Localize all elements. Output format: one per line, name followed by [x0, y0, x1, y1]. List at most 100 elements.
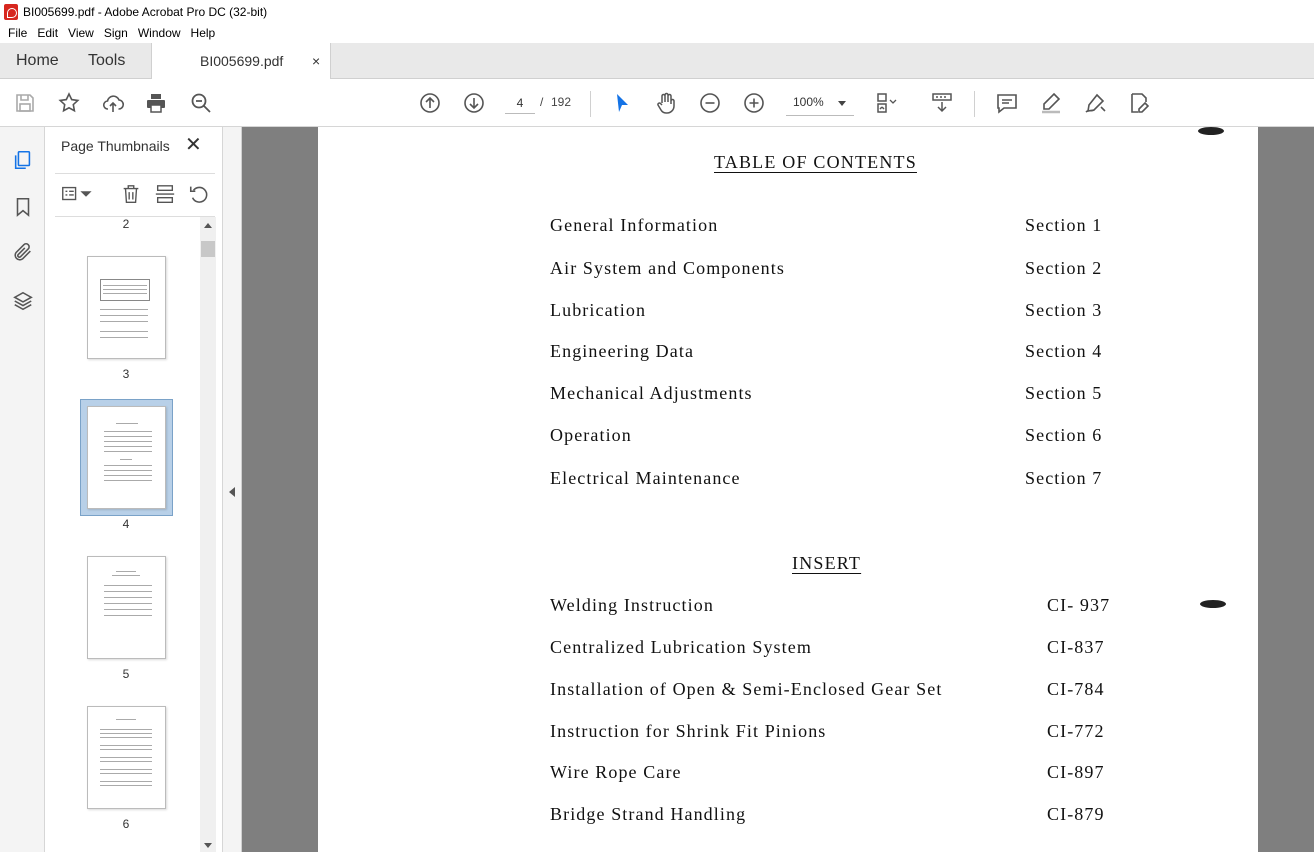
layers-icon[interactable] — [10, 288, 36, 314]
insert-row: Welding Instruction CI- 937 — [550, 595, 1120, 619]
toc-heading: TABLE OF CONTENTS — [714, 152, 917, 172]
page-number-input[interactable] — [505, 92, 535, 114]
page-thumbnails-panel: Page Thumbnails ✕ 2 3 4 5 6 — [45, 127, 223, 852]
tab-tools[interactable]: Tools — [88, 43, 125, 79]
menu-view[interactable]: View — [63, 26, 99, 40]
scrollbar-thumb[interactable] — [201, 241, 215, 257]
thumbnail-page-5[interactable] — [87, 556, 166, 659]
zoom-value: 100% — [793, 95, 824, 109]
insert-code: CI-897 — [1047, 762, 1105, 782]
print-icon[interactable] — [142, 89, 170, 117]
edit-icon[interactable] — [1125, 89, 1153, 117]
rotate-page-icon[interactable] — [187, 182, 211, 206]
insert-code: CI-772 — [1047, 721, 1105, 741]
panel-collapse-handle[interactable] — [223, 127, 242, 852]
toc-row: General Information Section 1 — [550, 215, 1120, 239]
close-tab-button[interactable]: × — [312, 43, 320, 79]
toc-title: Lubrication — [550, 300, 647, 320]
toc-section: Section 1 — [1025, 215, 1103, 235]
toc-section: Section 3 — [1025, 300, 1103, 320]
highlight-icon[interactable] — [1037, 89, 1065, 117]
sign-icon[interactable] — [1081, 89, 1109, 117]
zoom-out-icon[interactable] — [696, 89, 724, 117]
page-separator: / — [540, 95, 544, 109]
toc-section: Section 2 — [1025, 258, 1103, 278]
scroll-mode-icon[interactable] — [928, 89, 956, 117]
select-cursor-icon[interactable] — [608, 89, 636, 117]
delete-page-icon[interactable] — [119, 182, 143, 206]
toc-section: Section 5 — [1025, 383, 1103, 403]
insert-row: Instruction for Shrink Fit Pinions CI-77… — [550, 721, 1120, 745]
pages-panel-icon[interactable] — [10, 147, 36, 173]
insert-title: Welding Instruction — [550, 595, 714, 615]
thumbnail-toolbar — [55, 173, 215, 217]
toc-row: Engineering Data Section 4 — [550, 341, 1120, 365]
collapse-arrow-icon — [229, 487, 235, 497]
upload-icon[interactable] — [99, 89, 127, 117]
options-caret-icon[interactable] — [79, 182, 93, 206]
zoom-select[interactable]: 100% — [786, 92, 854, 116]
toolbar-divider — [974, 91, 975, 117]
bookmark-icon[interactable] — [10, 194, 36, 220]
zoom-in-icon[interactable] — [740, 89, 768, 117]
thumbnail-label: 4 — [122, 517, 130, 531]
scroll-down-icon[interactable] — [204, 843, 212, 848]
menu-window[interactable]: Window — [133, 26, 186, 40]
tab-home[interactable]: Home — [16, 43, 59, 79]
zoom-search-icon[interactable] — [187, 89, 215, 117]
attachment-icon[interactable] — [10, 239, 36, 265]
tab-bar: Home Tools BI005699.pdf × — [0, 43, 1314, 80]
document-viewport[interactable]: TABLE OF CONTENTS General Information Se… — [242, 127, 1314, 852]
insert-row: Bridge Strand Handling CI-879 — [550, 804, 1120, 828]
thumbnail-scrollbar[interactable] — [200, 217, 216, 852]
menu-sign[interactable]: Sign — [99, 26, 133, 40]
scroll-up-icon[interactable] — [204, 223, 212, 228]
comment-icon[interactable] — [993, 89, 1021, 117]
insert-title: Installation of Open & Semi-Enclosed Gea… — [550, 679, 943, 699]
toc-title: General Information — [550, 215, 719, 235]
fit-page-icon[interactable] — [872, 89, 900, 117]
toc-title: Air System and Components — [550, 258, 785, 278]
total-pages: 192 — [551, 95, 572, 109]
thumbnail-page-3[interactable] — [87, 256, 166, 359]
chevron-down-icon — [838, 101, 846, 106]
main-toolbar: / 192 100% — [0, 79, 1314, 127]
star-icon[interactable] — [55, 89, 83, 117]
menu-bar: File Edit View Sign Window Help — [0, 23, 1314, 43]
page-down-icon[interactable] — [460, 89, 488, 117]
menu-file[interactable]: File — [3, 26, 32, 40]
page-up-icon[interactable] — [416, 89, 444, 117]
thumbnail-label: 5 — [122, 667, 130, 681]
insert-code: CI- 937 — [1047, 595, 1111, 615]
thumbnail-label: 3 — [122, 367, 130, 381]
insert-title: Instruction for Shrink Fit Pinions — [550, 721, 827, 741]
punch-hole-mark — [1200, 600, 1226, 608]
tab-document[interactable]: BI005699.pdf × — [151, 43, 331, 80]
insert-title: Bridge Strand Handling — [550, 804, 747, 824]
menu-edit[interactable]: Edit — [32, 26, 63, 40]
toc-row: Air System and Components Section 2 — [550, 258, 1120, 282]
insert-row: Wire Rope Care CI-897 — [550, 762, 1120, 786]
insert-row: Centralized Lubrication System CI-837 — [550, 637, 1120, 661]
close-panel-button[interactable]: ✕ — [185, 135, 202, 155]
insert-title: Centralized Lubrication System — [550, 637, 812, 657]
toc-section: Section 6 — [1025, 425, 1103, 445]
toc-row: Mechanical Adjustments Section 5 — [550, 383, 1120, 407]
insert-code: CI-784 — [1047, 679, 1105, 699]
toc-section: Section 7 — [1025, 468, 1103, 488]
save-icon[interactable] — [11, 89, 39, 117]
toc-section: Section 4 — [1025, 341, 1103, 361]
toc-title: Mechanical Adjustments — [550, 383, 753, 403]
extract-page-icon[interactable] — [153, 182, 177, 206]
toc-title: Operation — [550, 425, 632, 445]
document-tab-label: BI005699.pdf — [200, 53, 284, 69]
thumbnail-label: 2 — [122, 217, 130, 231]
thumbnail-page-4[interactable] — [87, 406, 166, 509]
toc-row: Lubrication Section 3 — [550, 300, 1120, 324]
menu-help[interactable]: Help — [186, 26, 221, 40]
thumbnail-page-6[interactable] — [87, 706, 166, 809]
hand-icon[interactable] — [652, 89, 680, 117]
toc-row: Operation Section 6 — [550, 425, 1120, 449]
toc-row: Electrical Maintenance Section 7 — [550, 468, 1120, 492]
thumbnail-label: 6 — [122, 817, 130, 831]
